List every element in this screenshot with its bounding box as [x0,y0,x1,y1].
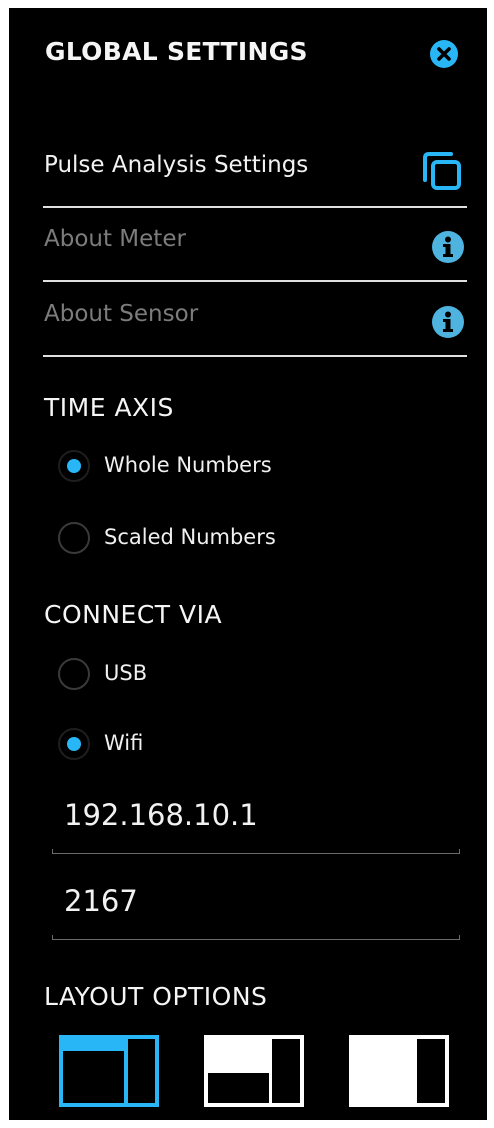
menu-item-label: About Meter [44,226,186,252]
menu-item-label: Pulse Analysis Settings [44,152,309,178]
menu-item-about-meter[interactable]: About Meter [43,208,467,282]
menu-item-pulse-analysis-settings[interactable]: Pulse Analysis Settings [43,134,467,208]
port-input[interactable] [64,884,444,918]
ip-address-input[interactable] [64,798,444,832]
menu-item-label: About Sensor [44,301,199,327]
layout-option-3[interactable] [349,1035,449,1107]
radio-scaled-numbers[interactable]: Scaled Numbers [58,518,378,562]
panel-title: GLOBAL SETTINGS [45,37,308,66]
layout-option-2[interactable] [204,1035,304,1107]
layout-split-top-icon [59,1035,159,1107]
field-underline [52,849,460,854]
close-circle-icon [437,47,451,61]
layout-split-bottom-icon [204,1035,304,1107]
radio-label: Whole Numbers [104,453,272,477]
radio-button[interactable] [58,522,90,554]
time-axis-heading: TIME AXIS [44,393,174,422]
radio-label: USB [104,661,148,685]
global-settings-panel: GLOBAL SETTINGS Pulse Analysis Settings … [9,8,487,1120]
connect-via-heading: CONNECT VIA [44,600,223,629]
radio-usb[interactable]: USB [58,654,378,698]
radio-whole-numbers[interactable]: Whole Numbers [58,446,378,490]
close-button[interactable] [430,40,458,68]
menu-item-about-sensor[interactable]: About Sensor [43,283,467,357]
radio-button-checked[interactable] [58,728,90,760]
layout-option-1[interactable] [59,1035,159,1107]
info-icon [432,306,464,338]
copy-icon [423,152,461,190]
radio-label: Wifi [104,731,144,755]
radio-button-checked[interactable] [58,450,90,482]
layout-options-heading: LAYOUT OPTIONS [44,982,268,1011]
info-icon [432,231,464,263]
layout-full-left-icon [349,1035,449,1107]
port-field[interactable] [52,876,460,940]
radio-wifi[interactable]: Wifi [58,724,378,768]
ip-address-field[interactable] [52,790,460,854]
radio-label: Scaled Numbers [104,525,276,549]
field-underline [52,935,460,940]
radio-button[interactable] [58,658,90,690]
